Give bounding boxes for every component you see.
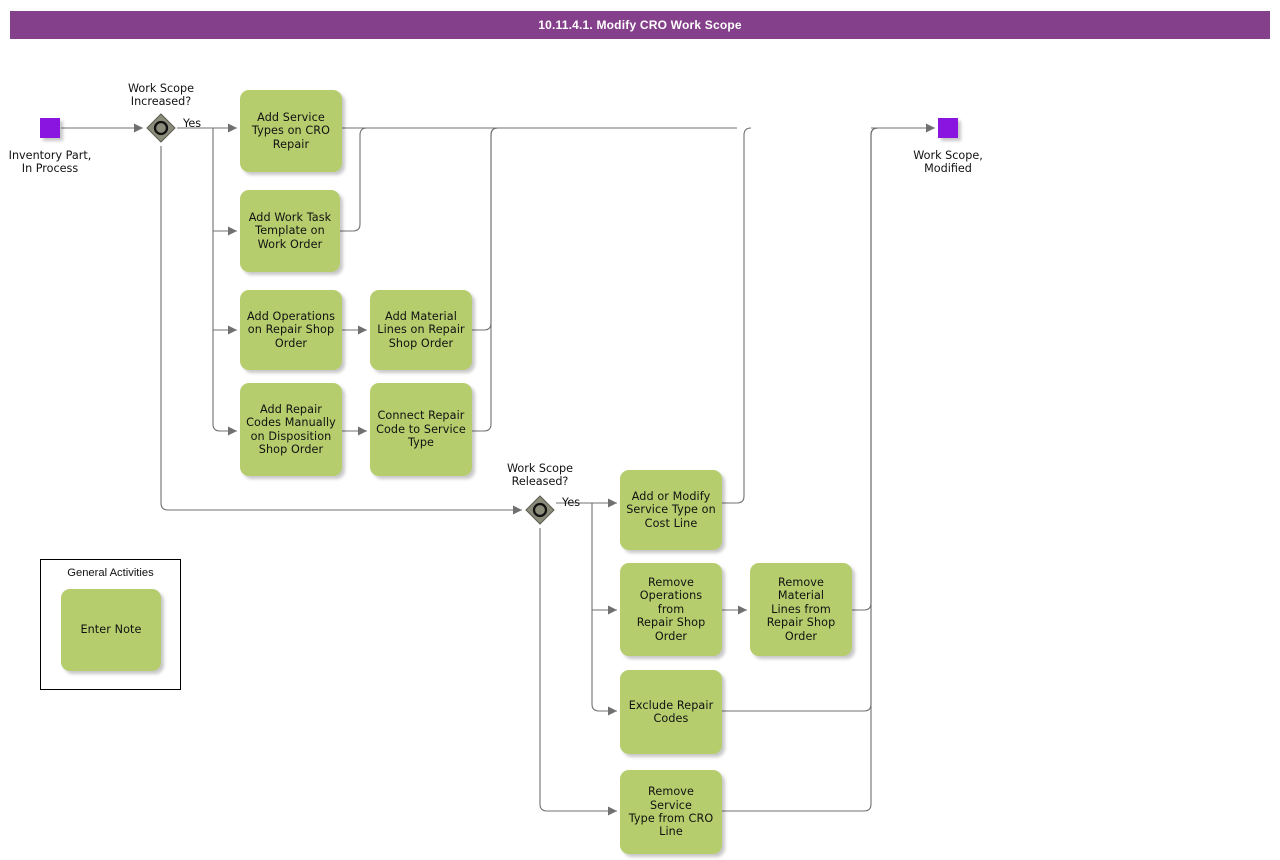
- task-add-operations-on-repair-shop-order[interactable]: Add Operations on Repair Shop Order: [240, 290, 342, 370]
- task-label: Add Material Lines on Repair Shop Order: [377, 309, 465, 350]
- arrowhead-into-remove-material-lines: [738, 605, 747, 615]
- flow-gateway2-no-to-remove-service-type: [539, 528, 617, 812]
- flow-remove-material-to-merge: [852, 127, 879, 611]
- arrowhead-into-end-event: [926, 123, 935, 133]
- arrowhead-into-connect-repair-code: [358, 426, 367, 436]
- arrowhead-into-remove-service-type: [608, 806, 617, 816]
- flow-gateway2-yes-branch-trunk: [591, 503, 617, 712]
- task-label: Remove Material Lines from Repair Shop O…: [766, 575, 836, 643]
- task-remove-operations-from-repair-shop-order[interactable]: Remove Operations from Repair Shop Order: [620, 563, 722, 656]
- gateway-work-scope-released-label: Work Scope Released?: [507, 462, 573, 489]
- arrowhead-into-add-or-modify: [608, 498, 617, 508]
- gateway-work-scope-increased-label: Work Scope Increased?: [128, 82, 194, 109]
- task-add-work-task-template-on-work-order[interactable]: Add Work Task Template on Work Order: [240, 190, 340, 272]
- start-event-inventory-part-in-process[interactable]: [40, 118, 60, 138]
- flow-add-modify-to-merge: [722, 127, 752, 504]
- task-label: Add Operations on Repair Shop Order: [246, 309, 336, 350]
- arrowhead-into-add-work-task: [228, 226, 237, 236]
- task-label: Add Repair Codes Manually on Disposition…: [246, 402, 336, 456]
- task-remove-service-type-from-cro-line[interactable]: Remove Service Type from CRO Line: [620, 770, 722, 854]
- diagram-title-bar: 10.11.4.1. Modify CRO Work Scope: [10, 11, 1270, 39]
- gateway-work-scope-increased-yes-flow-label: Yes: [183, 117, 202, 130]
- task-label: Exclude Repair Codes: [628, 698, 714, 725]
- task-add-service-types-on-cro-repair[interactable]: Add Service Types on CRO Repair: [240, 90, 342, 172]
- gateway-diamond: [525, 495, 555, 525]
- flow-connect-code-to-merge: [472, 127, 499, 432]
- arrowhead-into-add-operations: [228, 325, 237, 335]
- task-exclude-repair-codes[interactable]: Exclude Repair Codes: [620, 670, 722, 754]
- end-event-work-scope-modified[interactable]: [938, 118, 958, 138]
- task-label: Remove Operations from Repair Shop Order: [636, 575, 706, 643]
- start-event-inventory-part-in-process-label: Inventory Part, In Process: [8, 149, 92, 176]
- arrowhead-into-remove-operations: [608, 605, 617, 615]
- task-label: Add Work Task Template on Work Order: [248, 210, 332, 251]
- arrowhead-into-add-material-lines: [358, 325, 367, 335]
- general-activities-title: General Activities: [67, 567, 154, 579]
- gateway-work-scope-released-yes-flow-label: Yes: [562, 496, 581, 509]
- arrowhead-into-add-repair-codes: [228, 426, 237, 436]
- task-label: Add or Modify Service Type on Cost Line: [626, 489, 716, 530]
- task-label: Connect Repair Code to Service Type: [376, 409, 466, 450]
- arrowhead-into-add-service-types: [228, 123, 237, 133]
- arrowhead-into-exclude-repair-codes: [608, 706, 617, 716]
- diagram-canvas: 10.11.4.1. Modify CRO Work Scope Add Ser…: [0, 0, 1280, 860]
- task-label: Enter Note: [80, 623, 142, 637]
- gateway-diamond: [146, 113, 176, 143]
- arrowhead-into-gateway1: [134, 123, 143, 133]
- flow-gateway1-yes-branch-trunk: [212, 128, 237, 432]
- flow-material-lines-to-merge: [472, 127, 499, 331]
- flow-work-task-to-merge: [340, 127, 368, 232]
- task-label: Remove Service Type from CRO Line: [628, 785, 714, 839]
- gateway-work-scope-released[interactable]: [525, 495, 555, 525]
- end-event-work-scope-modified-label: Work Scope, Modified: [913, 149, 983, 176]
- gateway-work-scope-increased[interactable]: [146, 113, 176, 143]
- task-enter-note[interactable]: Enter Note: [61, 589, 161, 671]
- flow-remove-service-type-to-merge: [722, 127, 879, 812]
- task-remove-material-lines-from-repair-shop-order[interactable]: Remove Material Lines from Repair Shop O…: [750, 563, 852, 656]
- task-add-repair-codes-manually-on-disposition-shop-order[interactable]: Add Repair Codes Manually on Disposition…: [240, 383, 342, 476]
- page-title: 10.11.4.1. Modify CRO Work Scope: [538, 18, 742, 32]
- arrowhead-into-gateway2: [513, 505, 522, 515]
- task-label: Add Service Types on CRO Repair: [251, 110, 331, 151]
- task-add-material-lines-on-repair-shop-order[interactable]: Add Material Lines on Repair Shop Order: [370, 290, 472, 370]
- task-add-or-modify-service-type-on-cost-line[interactable]: Add or Modify Service Type on Cost Line: [620, 470, 722, 550]
- task-connect-repair-code-to-service-type[interactable]: Connect Repair Code to Service Type: [370, 383, 472, 476]
